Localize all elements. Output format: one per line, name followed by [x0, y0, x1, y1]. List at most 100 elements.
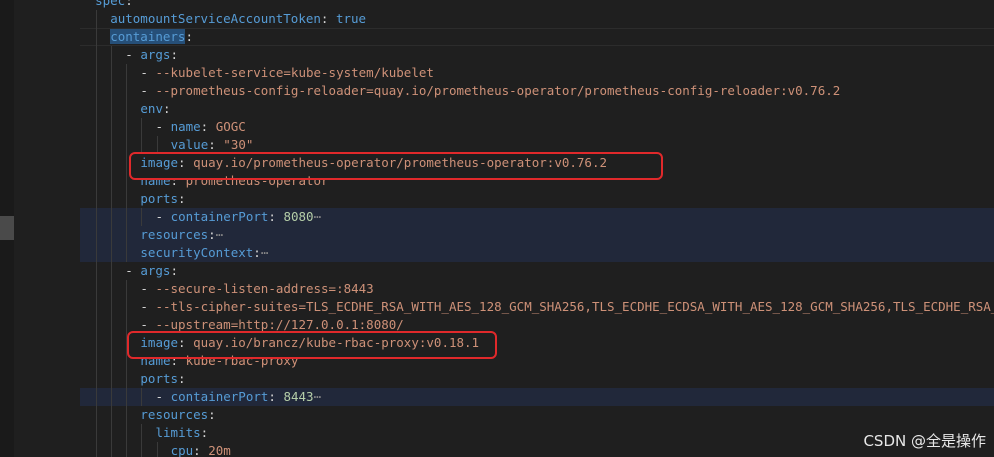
code-token: ⋯: [260, 245, 269, 260]
watermark: CSDN @全是操作: [863, 432, 986, 450]
indent-guide: [96, 100, 98, 118]
code-token: ports: [140, 191, 179, 206]
code-token: -: [140, 317, 156, 332]
code-line[interactable]: 48›securityContext:⋯: [80, 244, 994, 262]
indent-guide: [141, 208, 143, 226]
code-token: :: [200, 425, 209, 440]
indent-guide: [96, 280, 98, 298]
code-line[interactable]: 54- args:: [80, 262, 994, 280]
code-token: limits: [155, 425, 201, 440]
indent-guide: [126, 136, 128, 154]
code-token: :: [200, 119, 216, 134]
code-editor[interactable]: 27spec:28automountServiceAccountToken: t…: [80, 0, 994, 457]
indent-guide: [126, 298, 128, 316]
indent-guide: [111, 334, 113, 352]
indent-guide: [111, 100, 113, 118]
line-code: cpu: 20m: [171, 442, 231, 457]
code-line[interactable]: 28automountServiceAccountToken: true: [80, 10, 994, 28]
line-code: - args:: [125, 46, 178, 64]
line-code: env:: [140, 100, 170, 118]
code-token: :: [193, 443, 209, 457]
line-code: securityContext:⋯: [140, 244, 268, 262]
indent-guide: [111, 388, 113, 406]
code-line[interactable]: 39›- containerPort: 8080⋯: [80, 208, 994, 226]
code-line[interactable]: 56- --tls-cipher-suites=TLS_ECDHE_RSA_WI…: [80, 298, 994, 316]
highlight-box-image-line-58: [127, 331, 497, 359]
code-token: -: [125, 263, 141, 278]
indent-guide: [96, 28, 98, 46]
indent-guide: [126, 118, 128, 136]
code-token: ports: [140, 371, 179, 386]
indent-guide: [126, 154, 128, 172]
code-line[interactable]: 65cpu: 20m: [80, 442, 994, 457]
indent-guide: [126, 280, 128, 298]
code-line[interactable]: 38ports:: [80, 190, 994, 208]
code-line[interactable]: 34- name: GOGC: [80, 118, 994, 136]
indent-guide: [111, 370, 113, 388]
code-token: :: [208, 137, 224, 152]
code-line[interactable]: 33env:: [80, 100, 994, 118]
code-line[interactable]: 41›resources:⋯: [80, 226, 994, 244]
scroll-marker[interactable]: [0, 216, 14, 240]
code-token: :: [268, 389, 284, 404]
line-code: - containerPort: 8443⋯: [156, 388, 322, 406]
code-token: args: [140, 47, 171, 62]
line-code: - --tls-cipher-suites=TLS_ECDHE_RSA_WITH…: [140, 298, 994, 316]
indent-guide: [126, 244, 128, 262]
code-line[interactable]: 63resources:: [80, 406, 994, 424]
code-lines: 27spec:28automountServiceAccountToken: t…: [80, 0, 994, 457]
highlight-box-image-line-36: [129, 152, 663, 180]
indent-guide: [96, 298, 98, 316]
line-code: - --kubelet-service=kube-system/kubelet: [140, 64, 434, 82]
indent-guide: [96, 442, 98, 457]
code-token: :: [178, 371, 186, 386]
code-line[interactable]: 55- --secure-listen-address=:8443: [80, 280, 994, 298]
code-line[interactable]: 32- --prometheus-config-reloader=quay.io…: [80, 82, 994, 100]
code-token: -: [155, 389, 171, 404]
code-token: GOGC: [215, 119, 246, 134]
code-token: containers: [110, 29, 186, 44]
line-code: containers:: [110, 28, 193, 46]
code-token: containerPort: [170, 209, 269, 224]
code-line[interactable]: 29containers:: [80, 28, 994, 46]
indent-guide: [111, 172, 113, 190]
line-code: spec:: [95, 0, 133, 10]
indent-guide: [111, 118, 113, 136]
indent-guide: [96, 46, 98, 64]
indent-guide: [111, 280, 113, 298]
code-token: :: [208, 227, 216, 242]
code-token: cpu: [170, 443, 194, 457]
code-line[interactable]: 60ports:: [80, 370, 994, 388]
code-line[interactable]: 31- --kubelet-service=kube-system/kubele…: [80, 64, 994, 82]
code-line[interactable]: 64limits:: [80, 424, 994, 442]
code-token: ⋯: [313, 209, 322, 224]
indent-guide: [96, 388, 98, 406]
code-line[interactable]: 61›- containerPort: 8443⋯: [80, 388, 994, 406]
indent-guide: [96, 10, 98, 28]
code-token: :: [320, 11, 336, 26]
indent-guide: [126, 388, 128, 406]
code-token: --upstream=http://127.0.0.1:8080/: [155, 317, 404, 332]
code-token: :: [268, 209, 284, 224]
line-code: ports:: [140, 190, 185, 208]
indent-guide: [111, 82, 113, 100]
indent-guide: [96, 262, 98, 280]
indent-guide: [96, 424, 98, 442]
code-token: args: [140, 263, 171, 278]
indent-guide: [111, 46, 113, 64]
code-token: 8080: [283, 209, 314, 224]
code-line[interactable]: 27spec:: [80, 0, 994, 10]
line-code: - --secure-listen-address=:8443: [140, 280, 373, 298]
code-token: --kubelet-service=kube-system/kubelet: [155, 65, 434, 80]
indent-guide: [96, 82, 98, 100]
code-token: securityContext: [140, 245, 254, 260]
code-token: :: [170, 47, 178, 62]
code-token: ⋯: [215, 227, 224, 242]
code-token: -: [140, 83, 156, 98]
line-number-gutter: [14, 0, 80, 457]
indent-guide: [111, 424, 113, 442]
code-line[interactable]: 30- args:: [80, 46, 994, 64]
indent-guide: [126, 370, 128, 388]
code-token: automountServiceAccountToken: [110, 11, 321, 26]
code-token: :: [253, 245, 261, 260]
